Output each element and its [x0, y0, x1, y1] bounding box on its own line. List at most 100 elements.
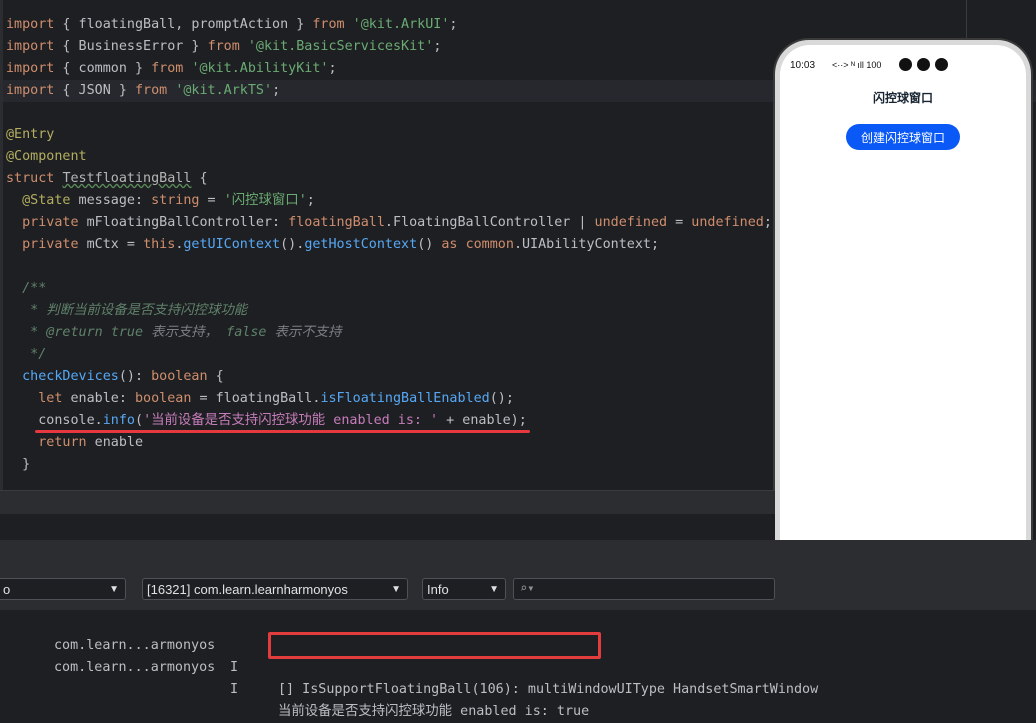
code-line[interactable]: @Component	[6, 146, 772, 168]
log-message: [] IsSupportFloatingBall(106): multiWind…	[278, 682, 819, 697]
code-line[interactable]: let enable: boolean = floatingBall.isFlo…	[6, 388, 772, 410]
code-line[interactable]	[6, 102, 772, 124]
code-line[interactable]: @State message: string = '闪控球窗口';	[6, 190, 772, 212]
code-token: import	[6, 39, 55, 54]
code-line[interactable]: private mCtx = this.getUIContext().getHo…	[6, 234, 772, 256]
code-token: from	[135, 83, 168, 98]
log-message: 当前设备是否支持闪控球功能 enabled is: true	[278, 704, 590, 719]
red-box-annotation	[268, 632, 601, 659]
process-dropdown[interactable]: [16321] com.learn.learnharmonyos ▼	[142, 578, 408, 600]
code-token: ().	[280, 237, 305, 252]
code-line[interactable]: import { common } from '@kit.AbilityKit'…	[6, 58, 772, 80]
code-token: 表示不支持	[266, 325, 342, 340]
code-token: struct	[6, 171, 55, 186]
red-underline-annotation	[35, 430, 530, 433]
log-search-input[interactable]: ⌕▾	[513, 578, 775, 600]
code-token: from	[151, 61, 184, 76]
code-token: let	[38, 391, 63, 406]
code-token: =	[667, 215, 692, 230]
code-line[interactable]: }	[6, 454, 772, 476]
code-token: '@kit.AbilityKit'	[191, 61, 329, 76]
code-token: false	[226, 325, 267, 340]
phone-screen: 10:03 <··> ᴺ ıll 100 闪控球窗口 创建闪控球窗口	[780, 45, 1026, 597]
phone-preview: 10:03 <··> ᴺ ıll 100 闪控球窗口 创建闪控球窗口	[775, 40, 1031, 602]
code-token: ;	[433, 39, 442, 54]
code-line[interactable]: import { BusinessError } from '@kit.Basi…	[6, 36, 772, 58]
code-token: mCtx =	[78, 237, 144, 252]
device-dropdown-value: o	[3, 582, 11, 597]
code-token: getUIContext	[183, 237, 281, 252]
code-token: ;	[272, 83, 281, 98]
code-token: {	[191, 171, 208, 186]
code-line[interactable]: * @return true 表示支持， false 表示不支持	[6, 322, 772, 344]
code-line[interactable]: * 判断当前设备是否支持闪控球功能	[6, 300, 772, 322]
code-line[interactable]: struct TestfloatingBall {	[6, 168, 772, 190]
code-token: '@kit.BasicServicesKit'	[247, 39, 434, 54]
code-token: info	[102, 413, 135, 428]
code-token: =	[199, 193, 224, 208]
code-token: @Entry	[6, 127, 55, 142]
code-token: = floatingBall.	[191, 391, 321, 406]
code-token: boolean	[135, 391, 192, 406]
code-token: */	[6, 347, 47, 362]
code-token: + enable);	[438, 413, 527, 428]
code-token: from	[312, 17, 345, 32]
code-token: ();	[489, 391, 514, 406]
device-dropdown[interactable]: o ▼	[0, 578, 126, 600]
code-line[interactable]: import { floatingBall, promptAction } fr…	[6, 14, 772, 36]
create-floating-ball-button[interactable]: 创建闪控球窗口	[846, 124, 960, 150]
code-line[interactable]: */	[6, 344, 772, 366]
code-token: from	[207, 39, 240, 54]
code-token: common	[465, 237, 514, 252]
code-token: true	[110, 325, 144, 340]
code-token: enable	[86, 435, 144, 450]
code-token: ;	[763, 215, 772, 230]
code-line[interactable]: private mFloatingBallController: floatin…	[6, 212, 772, 234]
code-line[interactable]	[6, 256, 772, 278]
code-token: checkDevices	[22, 369, 119, 384]
code-token: '@kit.ArkUI'	[352, 17, 450, 32]
log-level: I	[230, 660, 239, 675]
code-line[interactable]: console.info('当前设备是否支持闪控球功能 enabled is: …	[6, 410, 772, 432]
log-row: com.learn...armonyos I [] IsSupportFloat…	[0, 613, 818, 697]
code-lines[interactable]: import { floatingBall, promptAction } fr…	[6, 14, 772, 476]
camera-dot-icon	[935, 58, 948, 71]
log-tag: com.learn...armonyos	[54, 660, 216, 675]
camera-dot-icon	[917, 58, 930, 71]
code-token: { floatingBall, promptAction }	[54, 17, 313, 32]
code-token: * @return	[6, 325, 111, 340]
code-token: (	[135, 413, 144, 428]
code-token: ;	[449, 17, 458, 32]
camera-dot-icon	[899, 58, 912, 71]
status-icons: <··> ᴺ ıll 100	[832, 60, 882, 70]
code-token: as	[441, 237, 458, 252]
code-line[interactable]: checkDevices(): boolean {	[6, 366, 772, 388]
code-token: getHostContext	[304, 237, 418, 252]
search-icon: ⌕▾	[520, 581, 535, 595]
code-token: floatingBall	[288, 215, 385, 230]
code-line[interactable]: @Entry	[6, 124, 772, 146]
chevron-down-icon: ▼	[489, 584, 499, 595]
code-token: private	[22, 237, 79, 252]
log-level: I	[230, 682, 239, 697]
code-line[interactable]: import { JSON } from '@kit.ArkTS';	[6, 80, 772, 102]
code-token: import	[6, 83, 55, 98]
code-token: message:	[70, 193, 152, 208]
code-token: console.	[6, 413, 103, 428]
code-line[interactable]: return enable	[6, 432, 772, 454]
code-token: @State	[22, 193, 71, 208]
code-token: * 判断当前设备是否支持闪控球功能	[6, 303, 248, 318]
log-level-dropdown[interactable]: Info ▼	[422, 578, 506, 600]
log-row: com.learn...armonyos I 当前设备是否支持闪控球功能 ena…	[0, 635, 589, 719]
code-token: @Component	[6, 149, 87, 164]
code-line[interactable]: /**	[6, 278, 772, 300]
code-token: 表示支持，	[143, 325, 227, 340]
panel-spacer	[0, 514, 775, 540]
